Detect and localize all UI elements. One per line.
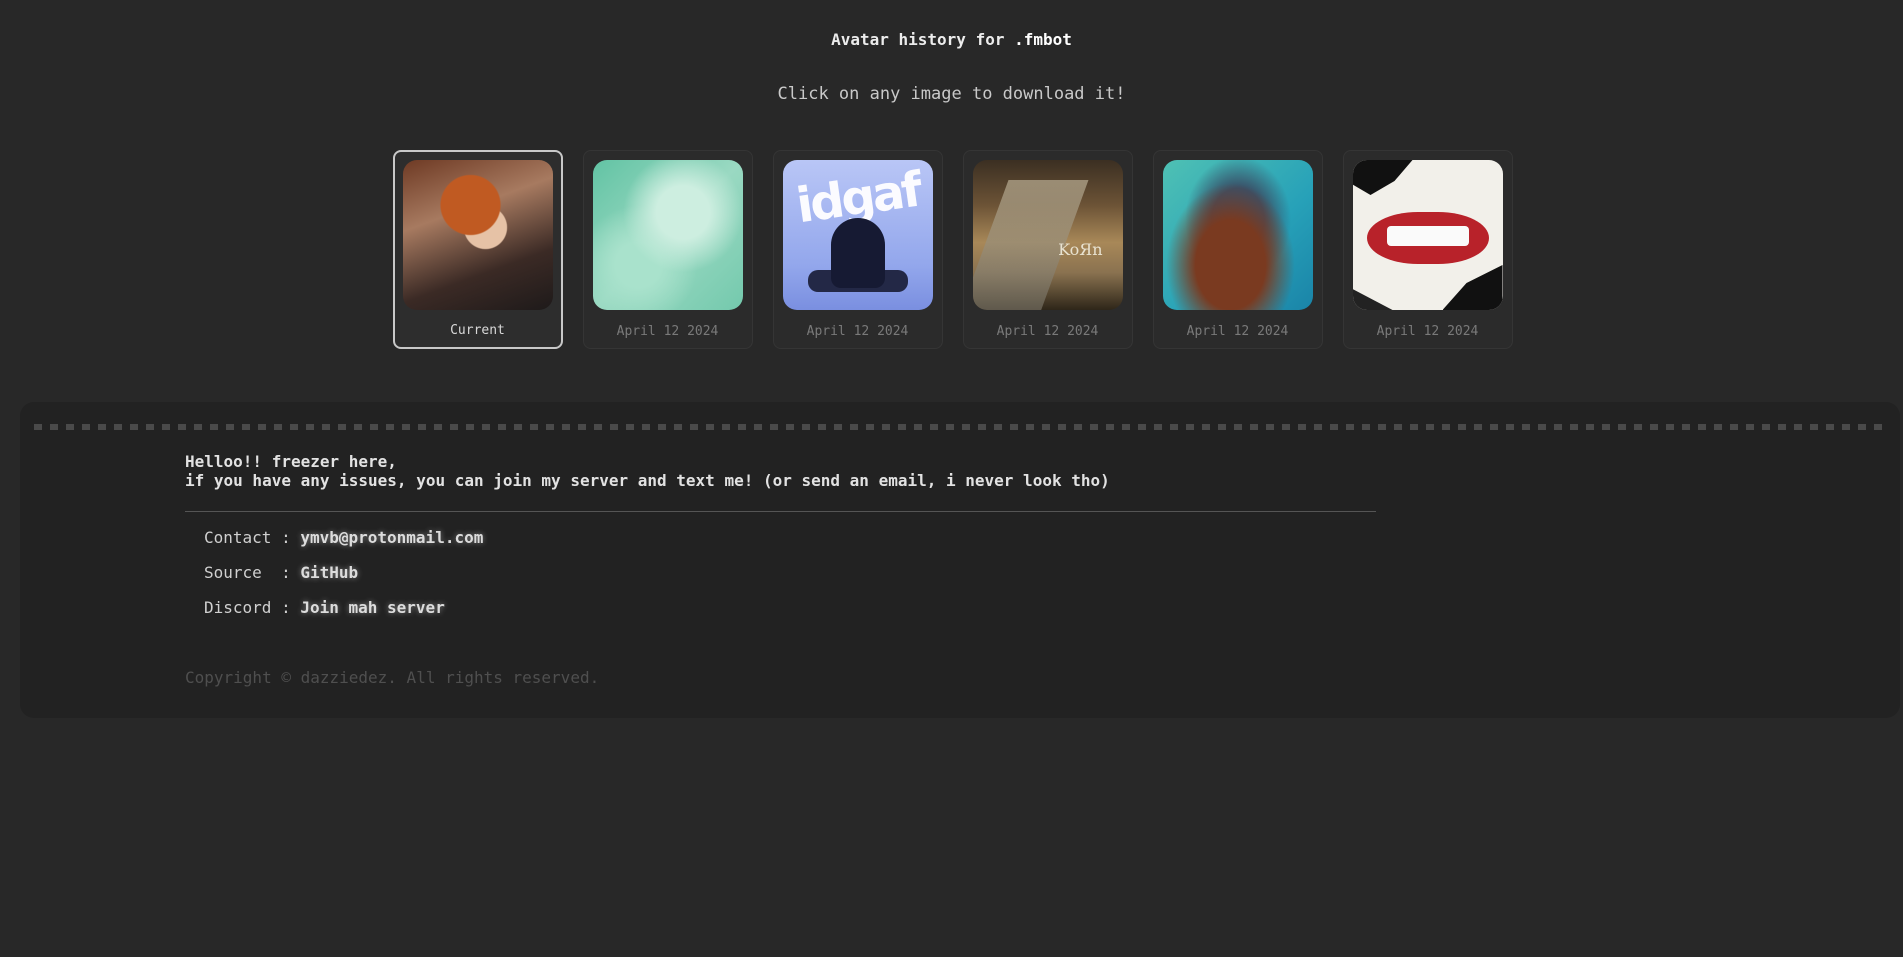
avatar-card[interactable]: idgaf April 12 2024 xyxy=(772,150,943,349)
greeting-line-1: Helloo!! freezer here, xyxy=(185,452,397,471)
avatar-date-label: April 12 2024 xyxy=(996,324,1099,339)
avatar-date-label: April 12 2024 xyxy=(1186,324,1289,339)
avatar-date-label: April 12 2024 xyxy=(806,324,909,339)
discord-label: Discord : xyxy=(204,598,301,617)
avatar-date-label: April 12 2024 xyxy=(616,324,719,339)
page: Avatar history for .fmbot Click on any i… xyxy=(0,0,1903,957)
copyright-text: Copyright © dazziedez. All rights reserv… xyxy=(185,668,600,687)
avatar-date-label: April 12 2024 xyxy=(1376,324,1479,339)
avatar-card[interactable]: April 12 2024 xyxy=(582,150,753,349)
source-label: Source : xyxy=(204,563,301,582)
avatar-art-lettering: KoЯn xyxy=(1058,240,1103,259)
avatar-gallery: Current April 12 2024 idgaf April 12 202… xyxy=(0,150,1903,349)
avatar-image[interactable]: idgaf xyxy=(782,160,933,310)
avatar-image[interactable] xyxy=(1162,160,1313,310)
avatar-image[interactable] xyxy=(1352,160,1503,310)
title-prefix: Avatar history for xyxy=(831,30,1005,49)
bot-name: .fmbot xyxy=(1014,30,1072,49)
dotted-divider xyxy=(34,424,1886,430)
avatar-art-shape xyxy=(830,218,885,288)
footer-links: Contact : ymvb@protonmail.com Source : G… xyxy=(204,528,483,633)
discord-server-link[interactable]: Join mah server xyxy=(300,598,445,617)
avatar-image[interactable]: KoЯn xyxy=(972,160,1123,310)
page-title: Avatar history for .fmbot xyxy=(0,30,1903,49)
contact-email-link[interactable]: ymvb@protonmail.com xyxy=(300,528,483,547)
discord-row: Discord : Join mah server xyxy=(204,598,483,633)
avatar-card[interactable]: April 12 2024 xyxy=(1342,150,1513,349)
greeting-line-2: if you have any issues, you can join my … xyxy=(185,471,1110,490)
avatar-date-label: Current xyxy=(450,323,505,338)
avatar-art-shape xyxy=(1442,265,1503,310)
footer-message: Helloo!! freezer here, if you have any i… xyxy=(185,452,1110,490)
github-link[interactable]: GitHub xyxy=(300,563,358,582)
contact-row: Contact : ymvb@protonmail.com xyxy=(204,528,483,563)
page-subtitle: Click on any image to download it! xyxy=(777,84,1126,104)
avatar-card[interactable]: April 12 2024 xyxy=(1152,150,1323,349)
avatar-art-shape xyxy=(1386,226,1469,246)
avatar-image[interactable] xyxy=(592,160,743,310)
avatar-art-shape xyxy=(1352,289,1393,310)
horizontal-rule xyxy=(185,511,1376,512)
footer-panel: Helloo!! freezer here, if you have any i… xyxy=(20,402,1900,718)
avatar-card[interactable]: KoЯn April 12 2024 xyxy=(962,150,1133,349)
avatar-card-current[interactable]: Current xyxy=(392,150,563,349)
source-row: Source : GitHub xyxy=(204,563,483,598)
avatar-art-shape xyxy=(1352,160,1413,195)
contact-label: Contact : xyxy=(204,528,301,547)
avatar-image[interactable] xyxy=(402,160,553,310)
